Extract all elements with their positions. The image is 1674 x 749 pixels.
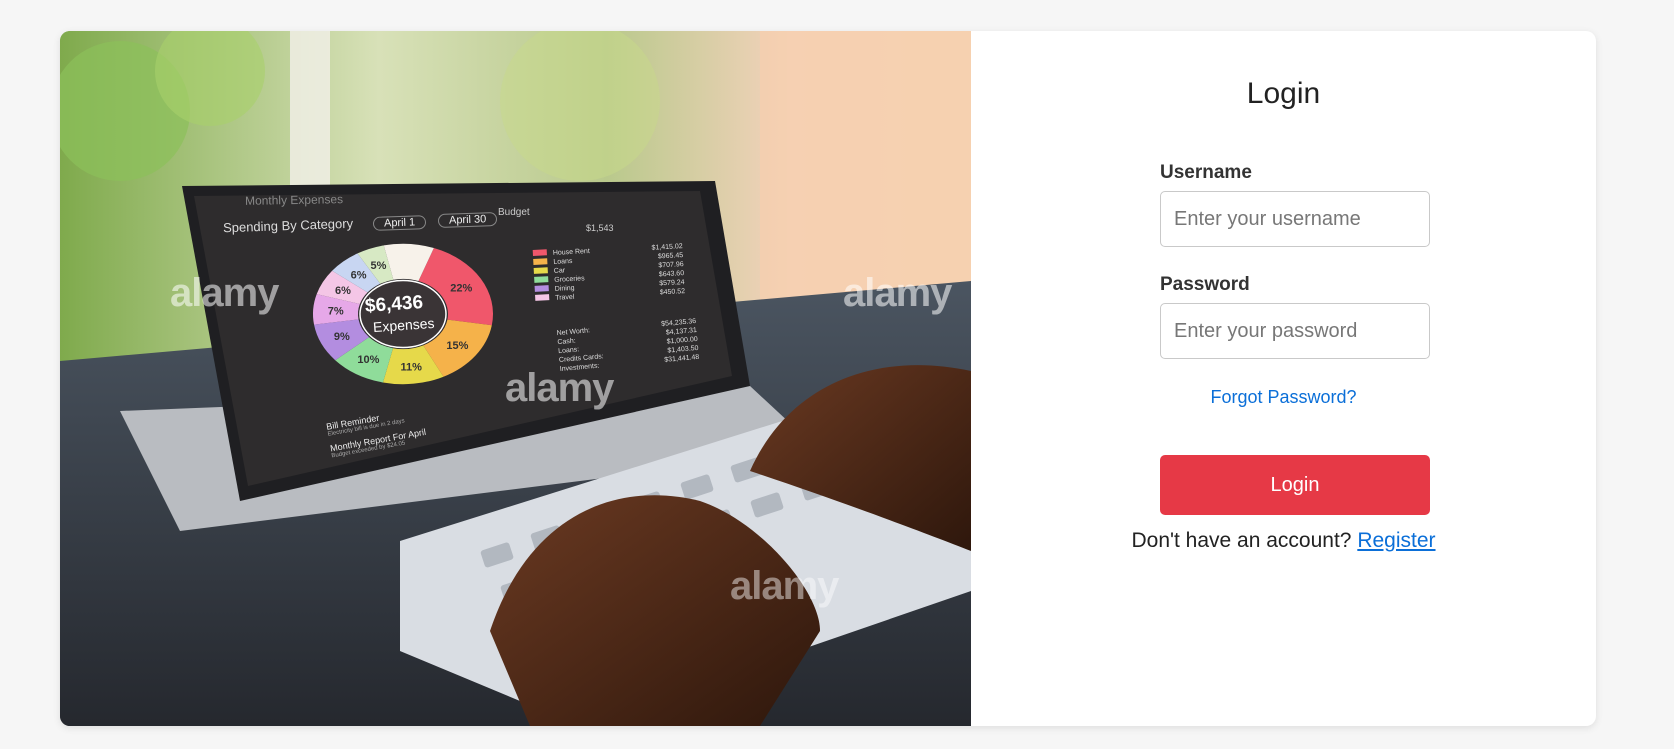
watermark: alamy — [730, 564, 839, 608]
donut-slice-label: 6% — [351, 269, 367, 281]
screen-list-name: Dining — [554, 284, 575, 293]
screen-budget-value: $1,543 — [586, 223, 614, 233]
donut-slice-label: 5% — [370, 260, 386, 272]
donut-slice-label: 7% — [328, 305, 344, 317]
watermark: alamy — [843, 271, 952, 315]
password-label: Password — [1160, 274, 1250, 295]
hero-image: 22% 15% 11% 10% 9% 7% 6% 6% 5% Monthly E… — [60, 31, 971, 726]
username-label: Username — [1160, 162, 1252, 183]
screen-date-to: April 30 — [437, 211, 498, 229]
screen-list-name: Loans — [553, 257, 573, 266]
screen-list-name: House Rent — [552, 247, 590, 257]
screen-list-name: Groceries — [554, 275, 585, 284]
username-input[interactable] — [1160, 191, 1430, 247]
password-input[interactable] — [1160, 303, 1430, 359]
login-button[interactable]: Login — [1160, 455, 1430, 515]
login-card: 22% 15% 11% 10% 9% 7% 6% 6% 5% Monthly E… — [60, 31, 1596, 726]
donut-slice-label: 11% — [400, 361, 422, 373]
register-prompt-text: Don't have an account? — [1131, 529, 1352, 552]
watermark: alamy — [505, 366, 614, 410]
screen-budget-label: Budget — [498, 207, 530, 218]
screen-list-amount: $450.52 — [659, 288, 686, 297]
screen-date-from: April 1 — [372, 215, 427, 231]
form-title: Login — [1246, 77, 1321, 110]
legend-swatch — [534, 276, 549, 283]
legend-swatch — [534, 285, 549, 292]
donut-slice-label: 15% — [446, 340, 468, 352]
watermark: alamy — [170, 271, 279, 315]
donut-slice-label: 9% — [334, 331, 350, 343]
donut-slice-label: 6% — [335, 285, 351, 297]
screen-list-name: Car — [553, 267, 566, 275]
register-link[interactable]: Register — [1357, 529, 1435, 552]
donut-slice-label: 22% — [450, 282, 472, 294]
forgot-password-link[interactable]: Forgot Password? — [971, 387, 1596, 408]
legend-swatch — [533, 267, 548, 274]
screen-list-name: Travel — [555, 293, 575, 302]
legend-swatch — [533, 258, 548, 265]
legend-swatch — [532, 249, 547, 256]
screen-legend: House Rent $1,415.02 Loans $965.45 Car $707.9… — [532, 242, 686, 304]
legend-swatch — [535, 294, 550, 301]
screen-donut-total: $6,436 — [364, 291, 424, 318]
screen-header: Monthly Expenses — [244, 192, 344, 208]
login-form-panel: Login Username Password Forgot Password?… — [971, 31, 1596, 726]
register-prompt: Don't have an account? Register — [971, 529, 1596, 553]
donut-slice-label: 10% — [357, 354, 379, 366]
